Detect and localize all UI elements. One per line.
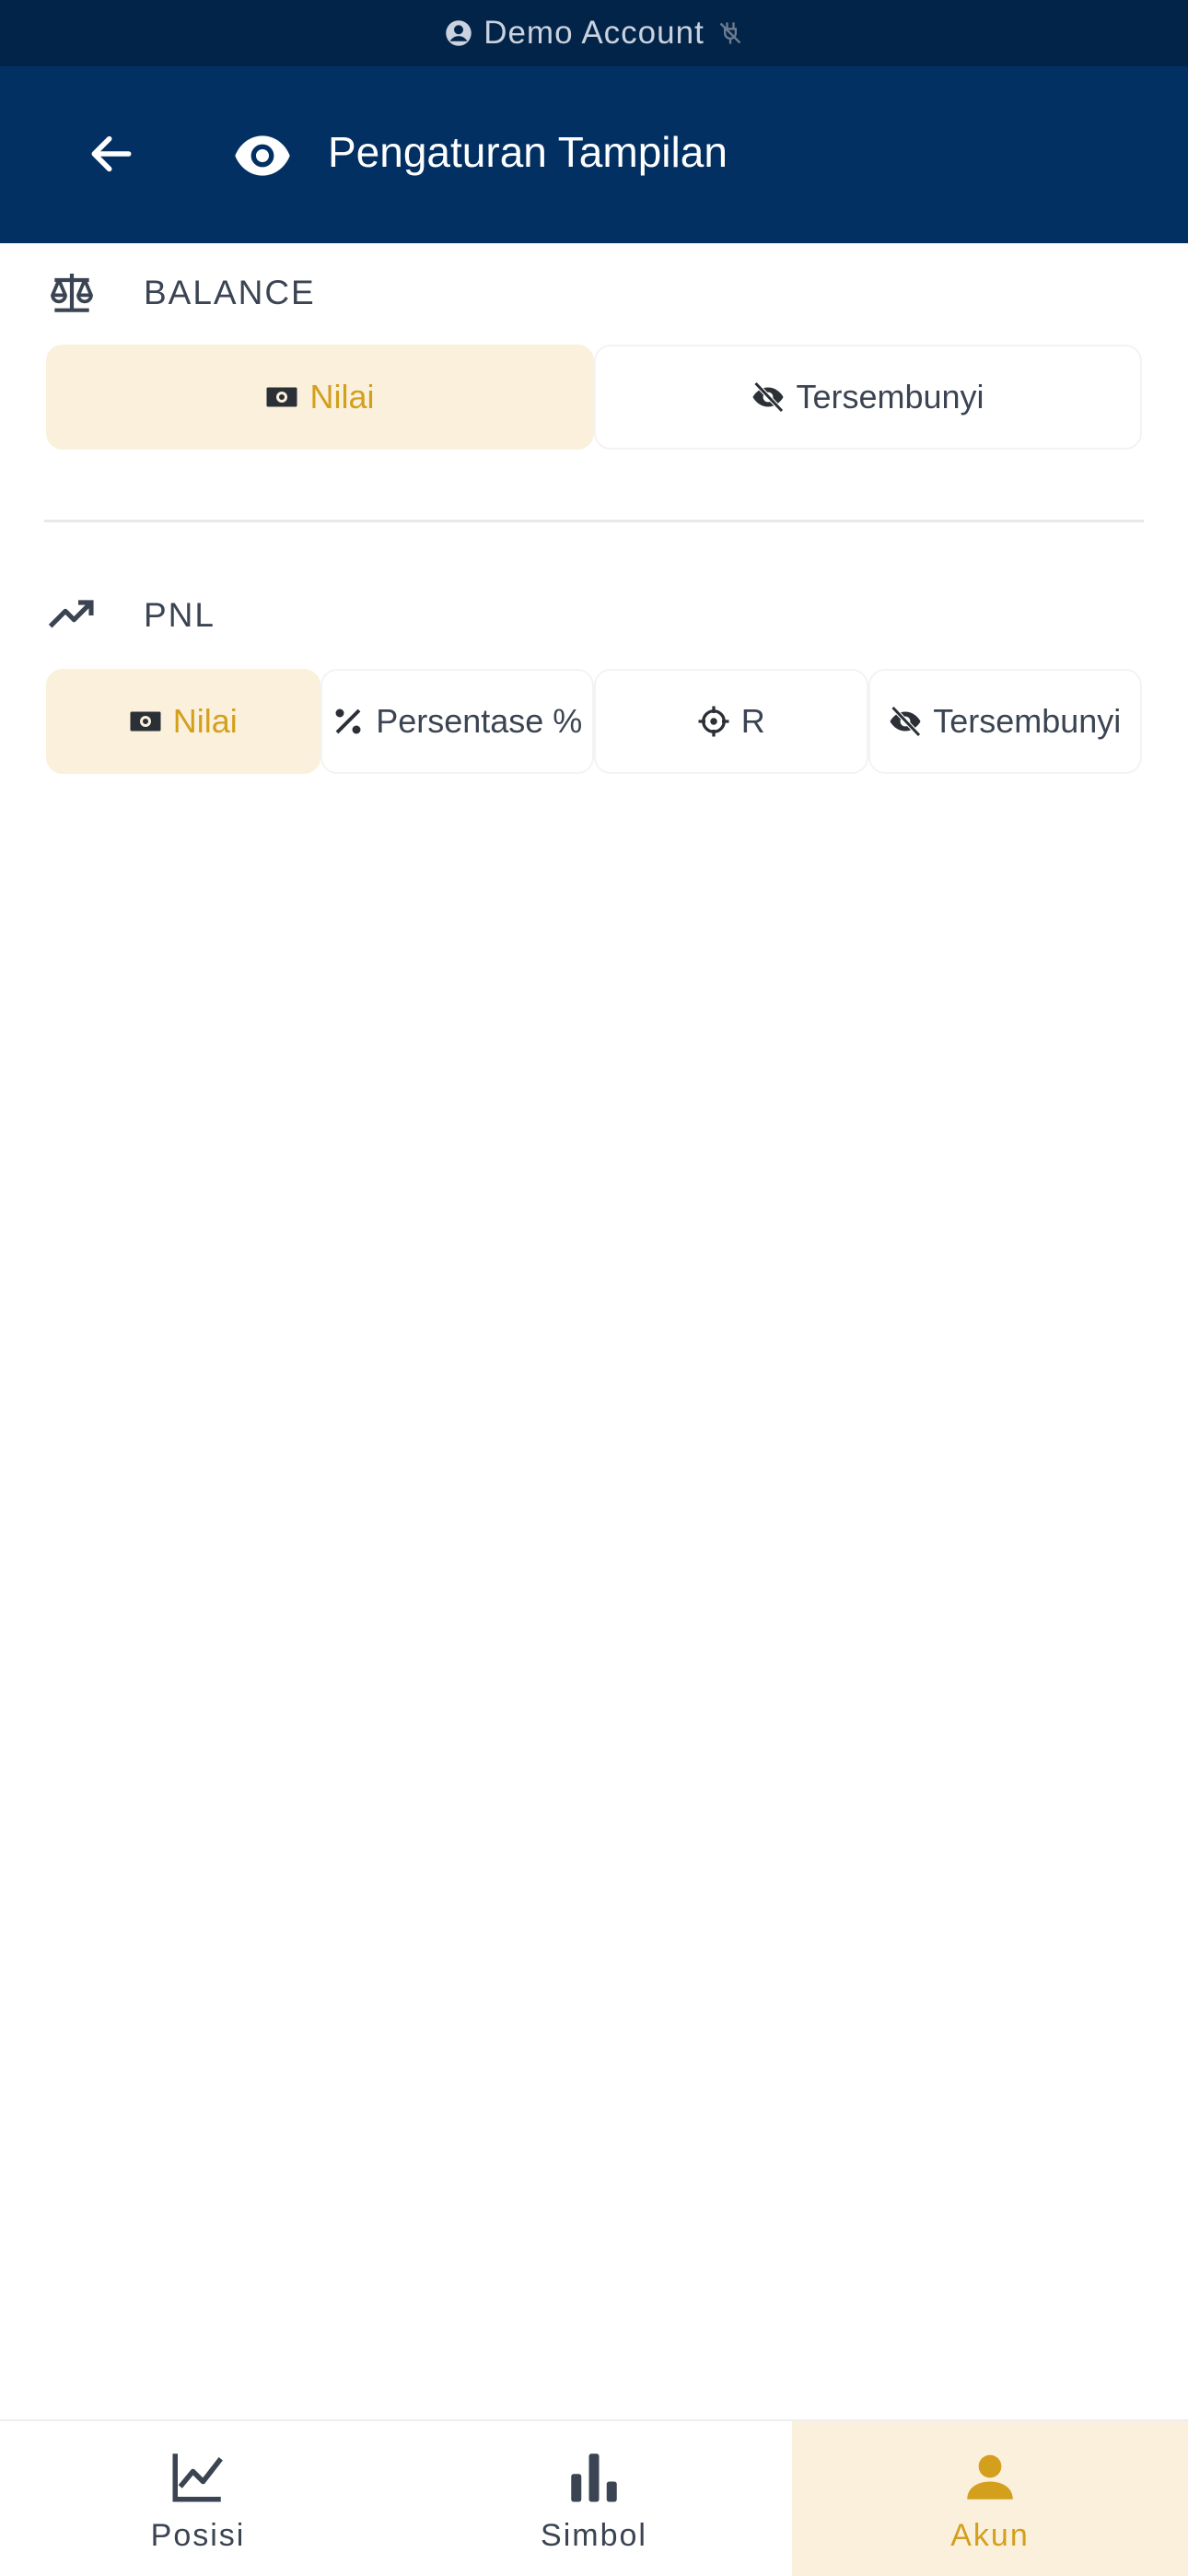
- pnl-option-tersembunyi-label: Tersembunyi: [933, 702, 1122, 740]
- demo-account-label: Demo Account: [483, 15, 705, 51]
- nav-item-simbol-label: Simbol: [541, 2517, 647, 2553]
- eye-off-icon: [890, 706, 922, 737]
- pnl-option-nilai-label: Nilai: [172, 702, 238, 740]
- eye-off-icon: [752, 381, 785, 413]
- balance-option-tersembunyi[interactable]: Tersembunyi: [594, 345, 1142, 450]
- arrow-left-icon: [91, 135, 132, 172]
- nav-item-posisi[interactable]: Posisi: [0, 2421, 396, 2576]
- nav-item-akun-label: Akun: [950, 2517, 1030, 2553]
- balance-option-nilai-label: Nilai: [309, 378, 375, 416]
- pnl-option-r[interactable]: R: [594, 669, 868, 774]
- account-circle-icon: [446, 20, 472, 46]
- section-divider: [44, 520, 1144, 522]
- eye-icon: [235, 135, 290, 176]
- pnl-option-tersembunyi[interactable]: Tersembunyi: [868, 669, 1142, 774]
- crosshair-icon: [698, 706, 729, 737]
- pnl-option-nilai[interactable]: Nilai: [46, 669, 320, 774]
- demo-account-banner: Demo Account: [0, 0, 1188, 66]
- bottom-navigation: Posisi Simbol Akun: [0, 2419, 1188, 2576]
- pnl-option-persentase-label: Persentase %: [376, 702, 583, 740]
- pnl-option-r-label: R: [740, 702, 765, 740]
- balance-option-tersembunyi-label: Tersembunyi: [796, 378, 984, 416]
- balance-label: BALANCE: [144, 274, 316, 311]
- person-icon: [967, 2454, 1013, 2500]
- balance-section-header: BALANCE: [46, 265, 314, 321]
- scale-icon: [51, 274, 93, 312]
- pnl-section-header: PNL: [46, 588, 214, 643]
- no-power-icon: [719, 22, 741, 44]
- nav-item-simbol[interactable]: Simbol: [396, 2421, 792, 2576]
- percent-icon: [335, 708, 361, 734]
- pnl-options: Nilai Persentase % R Tersembunyi: [46, 669, 1142, 774]
- app-header: Pengaturan Tampilan: [0, 66, 1188, 243]
- pnl-label: PNL: [144, 596, 215, 634]
- trending-up-icon: [48, 600, 94, 628]
- page-title: Pengaturan Tampilan: [328, 128, 728, 176]
- nav-item-akun[interactable]: Akun: [792, 2421, 1188, 2576]
- line-chart-icon: [172, 2453, 223, 2501]
- pnl-option-persentase[interactable]: Persentase %: [320, 669, 594, 774]
- bar-chart-icon: [571, 2453, 617, 2501]
- money-icon: [266, 387, 297, 407]
- nav-item-posisi-label: Posisi: [150, 2517, 246, 2553]
- balance-options: Nilai Tersembunyi: [46, 345, 1142, 450]
- back-button[interactable]: [79, 122, 144, 186]
- balance-option-nilai[interactable]: Nilai: [46, 345, 594, 450]
- money-icon: [130, 711, 161, 732]
